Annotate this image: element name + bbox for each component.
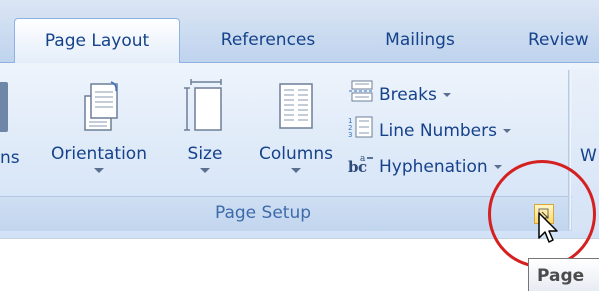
tab-references[interactable]: References xyxy=(198,18,338,62)
svg-text:a: a xyxy=(360,154,366,164)
mouse-cursor-icon xyxy=(538,212,560,250)
chevron-down-icon xyxy=(200,168,210,173)
chevron-down-icon xyxy=(291,168,301,173)
hyphenation-icon: b c a xyxy=(348,152,374,182)
margins-button[interactable]: ns xyxy=(0,148,32,168)
line-numbers-icon: 1 2 3 xyxy=(348,116,374,146)
tab-page-layout[interactable]: Page Layout xyxy=(14,18,180,63)
size-button[interactable]: Size xyxy=(178,78,232,173)
next-group-partial-label: W xyxy=(580,146,597,166)
word-ribbon-screenshot: Page Layout References Mailings Review n… xyxy=(0,0,599,291)
size-label: Size xyxy=(187,144,223,164)
chevron-down-icon xyxy=(502,129,511,133)
chevron-down-icon xyxy=(442,93,451,97)
line-numbers-label: Line Numbers xyxy=(379,121,497,141)
tooltip: Page xyxy=(528,258,599,291)
line-numbers-button[interactable]: 1 2 3 Line Numbers xyxy=(348,116,511,142)
chevron-down-icon xyxy=(493,165,502,169)
margins-icon xyxy=(0,82,8,132)
breaks-button[interactable]: Breaks xyxy=(348,80,451,106)
tab-mailings[interactable]: Mailings xyxy=(366,18,474,62)
svg-text:b: b xyxy=(348,158,359,174)
columns-label: Columns xyxy=(259,144,333,164)
hyphenation-label: Hyphenation xyxy=(379,157,488,177)
chevron-down-icon xyxy=(94,168,104,173)
columns-icon xyxy=(250,78,342,144)
size-icon xyxy=(178,78,232,144)
orientation-button[interactable]: Orientation xyxy=(36,78,162,173)
page-setup-group-label: Page Setup xyxy=(214,203,312,223)
breaks-label: Breaks xyxy=(379,85,437,105)
hyphenation-button[interactable]: b c a Hyphenation xyxy=(348,152,502,178)
svg-text:3: 3 xyxy=(348,131,352,138)
columns-button[interactable]: Columns xyxy=(250,78,342,173)
breaks-icon xyxy=(348,80,374,110)
tooltip-text: Page xyxy=(537,266,585,286)
tab-review[interactable]: Review xyxy=(528,18,599,62)
orientation-label: Orientation xyxy=(51,144,147,164)
margins-label: ns xyxy=(0,148,20,168)
orientation-icon xyxy=(36,78,162,144)
